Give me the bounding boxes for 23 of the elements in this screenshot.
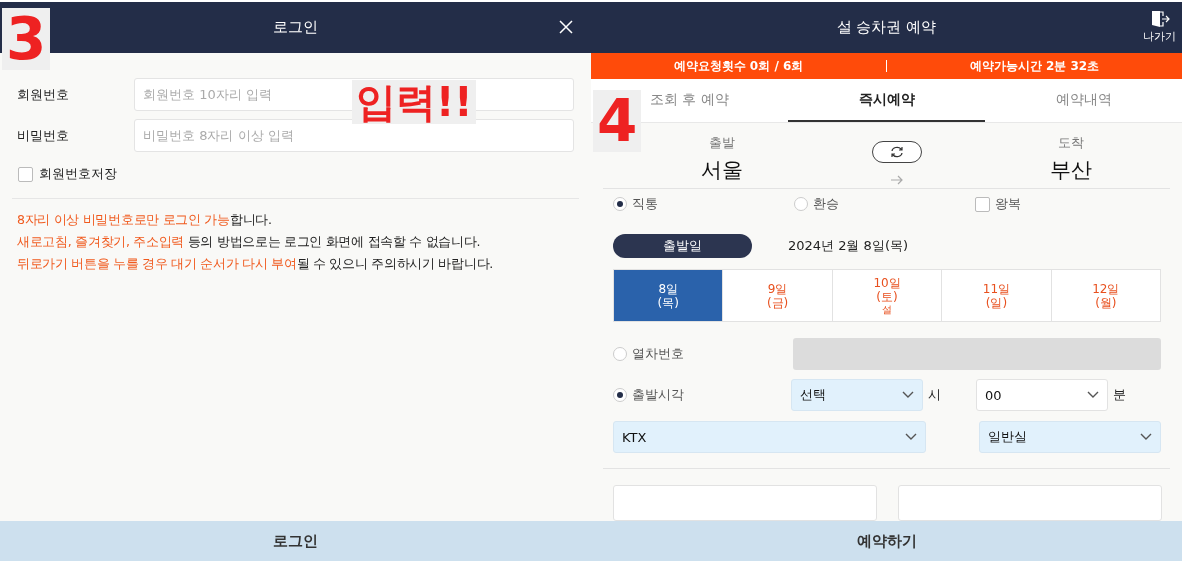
notice-text: 8자리 이상 비밀번호로만 로그인 가능합니다. — [17, 211, 273, 228]
checkbox-label: 회원번호저장 — [39, 165, 117, 183]
status-text: 예약요청횟수 0회 / 6회 — [672, 57, 805, 75]
annotation-overlay: 입력!! — [352, 80, 477, 124]
option-label: 열차번호 — [632, 345, 684, 364]
dialog-title: 로그인 — [273, 18, 318, 37]
step-number: 3 — [2, 8, 51, 70]
step-number: 4 — [593, 90, 642, 152]
notice-text: 새로고침, 즐겨찾기, 주소입력 등의 방법으로는 로그인 화면에 접속할 수 없습니다. — [17, 233, 482, 250]
option-label: 왕복 — [995, 195, 1021, 214]
selected-date: 2024년 2월 8일(목) — [788, 237, 909, 256]
option-label: 직통 — [632, 195, 658, 214]
status-text: 예약가능시간 2분 32초 — [968, 57, 1101, 75]
option-label: 환승 — [813, 195, 839, 214]
page-title: 설 승차권 예약 — [836, 18, 937, 37]
station-label: 출발 — [709, 135, 735, 152]
notice-text: 뒤로가기 버튼을 누를 경우 대기 순서가 다시 부여 될 수 있으니 주의하시기 바랍니다. — [17, 255, 494, 272]
field-label: 비밀번호 — [17, 126, 70, 145]
unit-label: 분 — [1111, 386, 1127, 405]
option-label: 출발시각 — [632, 386, 684, 405]
station-label: 도착 — [1058, 135, 1084, 152]
unit-label: 시 — [926, 386, 942, 405]
field-label: 회원번호 — [17, 85, 70, 104]
